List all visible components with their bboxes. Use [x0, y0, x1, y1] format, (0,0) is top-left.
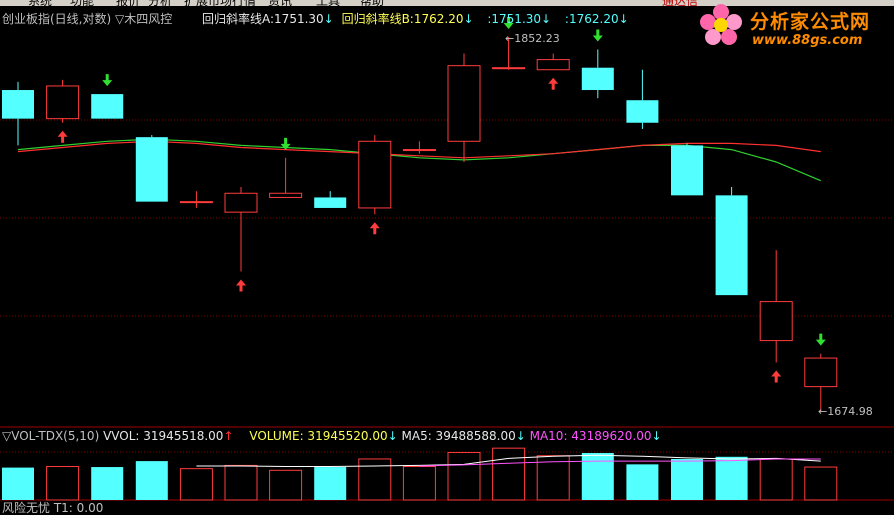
ma10-arrow: ↓ [651, 429, 662, 443]
sell-arrow-icon [815, 333, 826, 346]
volume-value: VOLUME: 31945520.00 [249, 429, 388, 443]
site-url[interactable]: www.88gs.com [752, 33, 862, 48]
volume-bar-up [224, 464, 258, 501]
candle-body-up [447, 65, 481, 142]
extra-b-value: :1762.20 [564, 12, 619, 26]
candle-body-up [179, 201, 213, 204]
buy-arrow-icon [548, 77, 559, 90]
line-b-label: 回归斜率线B: [341, 12, 414, 26]
candle-body-down [91, 94, 124, 119]
candle-body-up [269, 192, 303, 198]
candle-body-down [671, 145, 703, 196]
volume-bar-up [269, 469, 303, 501]
extra-a-arrow: ↓ [541, 12, 552, 26]
volume-bar-up [402, 466, 436, 501]
volume-bar-up [447, 451, 481, 501]
sell-arrow-icon [102, 74, 113, 87]
ma5-value: MA5: 39488588.00 [401, 429, 516, 443]
candle-body-down [135, 137, 168, 202]
volume-bar-down [91, 467, 124, 500]
vol-indicator-name[interactable]: ▽VOL-TDX(5,10) [2, 429, 99, 443]
line-b-value: 1762.20 [413, 12, 464, 26]
main-header: 创业板指(日线,对数) ▽木四风控 [2, 12, 172, 26]
low-pointer: ← [818, 405, 828, 418]
index-name: 创业板指(日线,对数) [2, 12, 112, 26]
line-a-label: 回归斜率线A: [202, 12, 275, 26]
volume-arrow: ↓ [387, 429, 398, 443]
extra-a-value: :1751.30 [487, 12, 542, 26]
candle-body-up [804, 357, 838, 388]
low-price-annotation: ←1674.98 [818, 405, 873, 418]
candle-body-down [314, 197, 347, 208]
ma5-arrow: ↓ [515, 429, 526, 443]
volume-header: ▽VOL-TDX(5,10) VVOL: 31945518.00↑ VOLUME… [2, 429, 662, 443]
candle-body-up [358, 140, 392, 209]
candle-body-up [224, 192, 258, 213]
vvol-arrow: ↑ [223, 429, 234, 443]
buy-arrow-icon [236, 279, 246, 292]
volume-bar-down [2, 467, 34, 500]
candle-body-up [492, 67, 526, 70]
line-b-arrow: ↓ [463, 12, 474, 26]
volume-bar-down [135, 461, 168, 500]
sell-arrow-icon [592, 29, 603, 42]
vvol-value: VVOL: 31945518.00 [103, 429, 224, 443]
ma10-value: MA10: 43189620.00 [529, 429, 652, 443]
candle-body-up [402, 149, 436, 152]
low-price-label: 1674.98 [827, 405, 873, 418]
site-logo: 分析家公式网 www.88gs.com [694, 0, 894, 54]
high-pointer: ← [505, 32, 515, 45]
volume-bar-up [804, 466, 838, 501]
volume-bar-up [358, 458, 392, 501]
volume-bar-down [581, 453, 614, 500]
site-name: 分析家公式网 [750, 11, 871, 33]
volume-bar-down [626, 464, 659, 500]
buy-arrow-icon [771, 370, 782, 383]
volume-bar-up [46, 466, 80, 501]
candle-body-up [759, 301, 793, 342]
volume-bar-down [715, 456, 748, 500]
line-values-header: 回归斜率线A:1751.30↓ 回归斜率线B:1762.20↓ :1751.30… [202, 12, 629, 26]
buy-arrow-icon [369, 222, 380, 235]
volume-bar-up [179, 468, 213, 501]
candle-body-down [2, 90, 34, 119]
high-price-annotation: ←1852.23 [505, 32, 560, 45]
candle-body-up [46, 85, 80, 120]
candle-body-down [715, 195, 748, 296]
candle-body-down [626, 100, 659, 123]
volume-bar-down [314, 467, 347, 500]
candle-body-up [536, 59, 570, 71]
volume-bar-down [671, 458, 703, 500]
volume-bar-up [492, 447, 526, 501]
flower-logo-icon [700, 4, 742, 45]
bottom-indicator-text: 风险无忧 T1: 0.00 [2, 501, 104, 515]
buy-arrow-icon [57, 130, 68, 143]
volume-bar-up [759, 458, 793, 501]
high-price-label: 1852.23 [514, 32, 560, 45]
candle-body-down [581, 67, 614, 91]
formula-name[interactable]: ▽木四风控 [115, 12, 172, 26]
line-a-value: 1751.30 [274, 12, 324, 26]
line-a-arrow: ↓ [323, 12, 334, 26]
extra-b-arrow: ↓ [618, 12, 629, 26]
